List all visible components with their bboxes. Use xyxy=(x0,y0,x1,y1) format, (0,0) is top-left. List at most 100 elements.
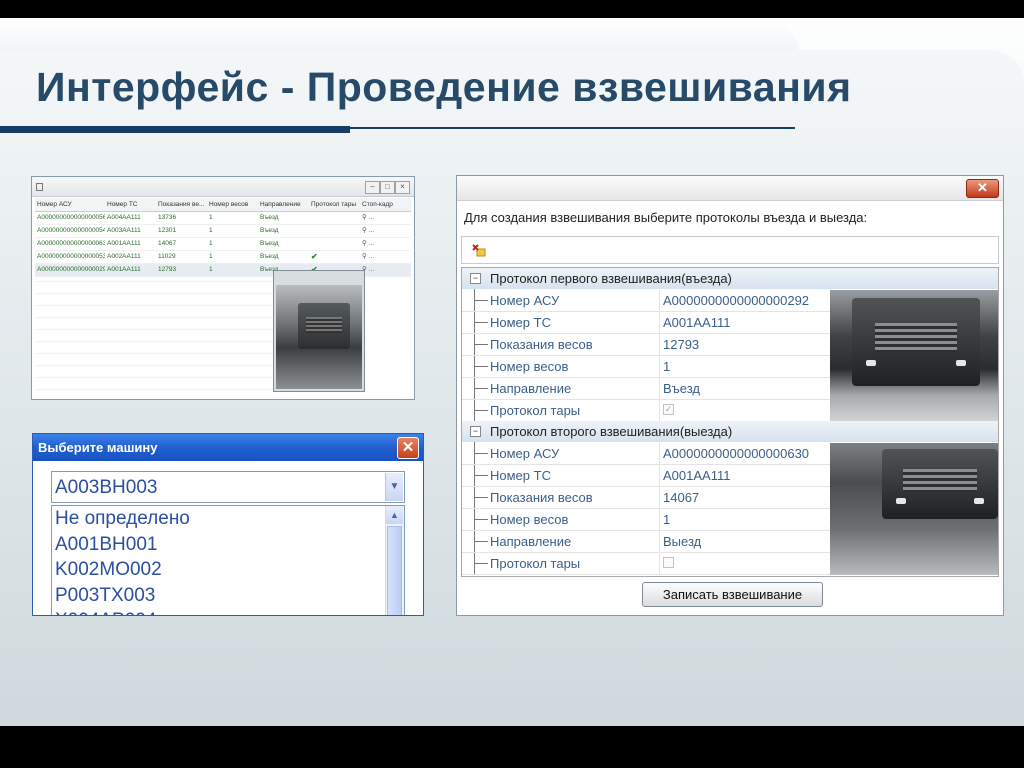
cell-asu: A0000000000000000543 xyxy=(37,227,105,234)
list-item[interactable]: P003TX003 xyxy=(52,583,404,609)
property-key: Номер ТС xyxy=(490,312,655,333)
cell-scale-number: 1 xyxy=(209,214,213,221)
property-row[interactable]: Номер весов 1 xyxy=(462,509,830,531)
cell-scale: 14067 xyxy=(158,240,177,247)
cell-snapshot-ellipsis: ... xyxy=(368,240,374,247)
table-row[interactable]: A0000000000000000531 A002AA111 11029 1 В… xyxy=(35,251,411,264)
cell-snapshot-ellipsis: ... xyxy=(368,214,374,221)
table-row[interactable]: A0000000000000000630 A001AA111 14067 1 В… xyxy=(35,238,411,251)
clear-selection-icon[interactable] xyxy=(472,244,486,257)
grid-header: Номер АСУ Номер ТС Показания ве... Номер… xyxy=(35,198,411,212)
entry-protocol-group[interactable]: − Протокол первого взвешивания(въезда) xyxy=(462,268,998,289)
list-item[interactable]: A001BH001 xyxy=(52,532,404,558)
vehicle-combobox[interactable]: A003BH003 ▼ xyxy=(51,471,405,503)
cell-scale: 11029 xyxy=(158,253,176,260)
property-row[interactable]: Номер АСУ A0000000000000000292 xyxy=(462,290,830,312)
cell-snapshot[interactable]: ⚲ ... xyxy=(360,251,411,263)
column-header[interactable]: Направление xyxy=(258,198,309,211)
table-row[interactable]: A0000000000000000543 A003AA111 12301 1 В… xyxy=(35,225,411,238)
property-key: Показания весов xyxy=(490,334,655,355)
property-value: Въезд xyxy=(659,378,830,399)
cell-scale-number: 1 xyxy=(209,253,213,260)
property-row[interactable]: Номер ТС A001AA111 xyxy=(462,312,830,334)
column-header[interactable]: Показания ве... xyxy=(156,198,207,211)
column-header[interactable]: Номер весов xyxy=(207,198,258,211)
truck-grille xyxy=(902,468,978,493)
maximize-icon[interactable]: □ xyxy=(380,181,395,194)
property-key: Направление xyxy=(490,531,655,552)
title-rule-thick xyxy=(0,126,350,133)
property-row[interactable]: Протокол тары xyxy=(462,553,830,575)
property-value: Выезд xyxy=(659,531,830,552)
table-row[interactable]: A0000000000000000567 A004AA111 13736 1 В… xyxy=(35,212,411,225)
chevron-down-icon[interactable]: ▼ xyxy=(385,473,403,501)
property-row[interactable]: Направление Въезд xyxy=(462,378,830,400)
pin-icon: ⚲ xyxy=(362,214,369,221)
property-value: A001AA111 xyxy=(659,465,830,486)
entry-protocol-label: Протокол первого взвешивания(въезда) xyxy=(490,271,732,286)
cell-snapshot[interactable]: ⚲ ... xyxy=(360,212,411,224)
select-vehicle-window: Выберите машину ✕ A003BH003 ▼ Не определ… xyxy=(32,433,424,616)
list-item[interactable]: K002MO002 xyxy=(52,557,404,583)
cell-tare xyxy=(309,212,360,224)
cell-direction: Въезд xyxy=(260,227,279,234)
tare-checkbox-unchecked[interactable] xyxy=(663,557,674,568)
cell-direction: Въезд xyxy=(260,214,279,221)
system-menu-icon[interactable] xyxy=(36,183,43,191)
property-row[interactable]: Номер АСУ A0000000000000000630 xyxy=(462,443,830,465)
cell-ts: A004AA111 xyxy=(107,214,141,221)
property-value: 1 xyxy=(659,509,830,530)
cell-scale-number: 1 xyxy=(209,240,213,247)
cell-tare: ✔ xyxy=(311,252,318,261)
property-row[interactable]: Направление Выезд xyxy=(462,531,830,553)
property-row[interactable]: Протокол тары ✓ xyxy=(462,400,830,422)
collapse-icon[interactable]: − xyxy=(470,426,481,437)
close-icon[interactable]: × xyxy=(395,181,410,194)
column-header[interactable]: Стоп-кадр xyxy=(360,198,411,211)
cell-snapshot[interactable]: ⚲ ... xyxy=(360,264,411,276)
close-icon[interactable]: ✕ xyxy=(966,179,999,198)
weighing-dialog-body: Для создания взвешивания выберите проток… xyxy=(457,201,1003,615)
cell-snapshot[interactable]: ⚲ ... xyxy=(360,238,411,250)
property-row[interactable]: Номер ТС A001AA111 xyxy=(462,465,830,487)
property-value: A0000000000000000630 xyxy=(659,443,830,464)
property-key: Номер ТС xyxy=(490,465,655,486)
close-icon[interactable]: ✕ xyxy=(397,437,419,459)
property-key: Показания весов xyxy=(490,487,655,508)
property-key: Номер АСУ xyxy=(490,443,655,464)
vehicle-dropdown-list: Не определено A001BH001 K002MO002 P003TX… xyxy=(51,505,405,615)
chevron-up-icon[interactable]: ▲ xyxy=(386,506,403,524)
property-row[interactable]: Показания весов 14067 xyxy=(462,487,830,509)
column-header[interactable]: Протокол тары xyxy=(309,198,360,211)
headlight xyxy=(956,359,966,366)
collapse-icon[interactable]: − xyxy=(470,273,481,284)
slide: Интерфейс - Проведение взвешивания – □ ×… xyxy=(0,0,1024,768)
protocol-tree: − Протокол первого взвешивания(въезда) Н… xyxy=(461,267,999,577)
column-header[interactable]: Номер АСУ xyxy=(35,198,105,211)
list-item[interactable]: Не определено xyxy=(52,506,404,532)
headlight xyxy=(974,498,984,504)
entry-snapshot-photo xyxy=(830,290,998,422)
scrollbar-thumb[interactable] xyxy=(387,526,402,615)
property-row[interactable]: Показания весов 12793 xyxy=(462,334,830,356)
cell-asu: A0000000000000000630 xyxy=(37,240,105,247)
property-key: Номер весов xyxy=(490,509,655,530)
cell-ts: A002AA111 xyxy=(107,253,141,260)
exit-protocol-group[interactable]: − Протокол второго взвешивания(выезда) xyxy=(462,421,998,442)
combobox-value: A003BH003 xyxy=(55,477,158,498)
property-row[interactable]: Номер весов 1 xyxy=(462,356,830,378)
exit-protocol-label: Протокол второго взвешивания(выезда) xyxy=(490,424,733,439)
list-item[interactable]: X004AP004 xyxy=(52,608,404,615)
save-weighing-button[interactable]: Записать взвешивание xyxy=(642,582,823,607)
tare-checkbox-checked[interactable]: ✓ xyxy=(663,404,674,415)
minimize-icon[interactable]: – xyxy=(365,181,380,194)
weighing-dialog-titlebar: ✕ xyxy=(457,176,1003,201)
property-key: Протокол тары xyxy=(490,400,655,421)
truck-front xyxy=(852,298,980,386)
list-scrollbar[interactable]: ▲ xyxy=(385,506,404,615)
column-header[interactable]: Номер ТС xyxy=(105,198,156,211)
property-key: Направление xyxy=(490,378,655,399)
cell-tare xyxy=(309,238,360,250)
cell-snapshot[interactable]: ⚲ ... xyxy=(360,225,411,237)
title-rule-thin xyxy=(350,127,795,129)
